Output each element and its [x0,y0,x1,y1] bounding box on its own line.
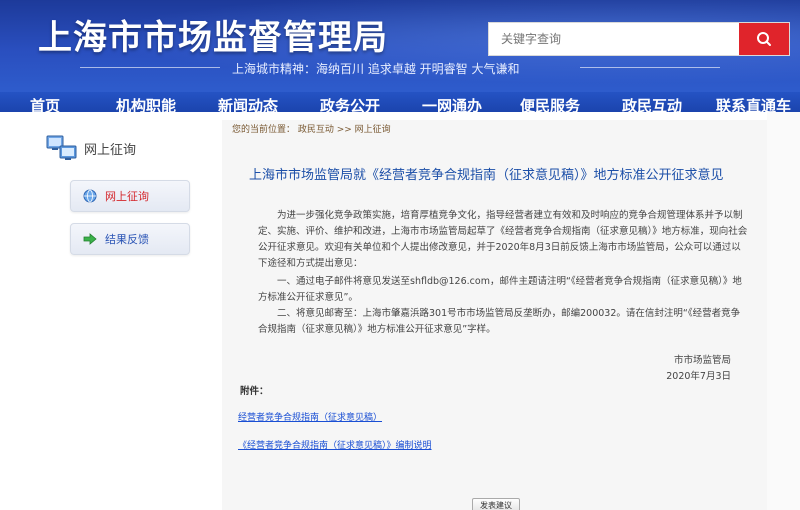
nav-news[interactable]: 新闻动态 [218,95,278,112]
site-header: 上海市市场监督管理局 上海城市精神：海纳百川 追求卓越 开明睿智 大气谦和 [0,0,800,92]
sidebar-heading: 网上征询 [46,134,136,162]
article-title: 上海市市场监管局就《经营者竞争合规指南（征求意见稿）》地方标准公开征求意见 [249,168,724,183]
search-box [488,22,790,56]
nav-contact[interactable]: 联系直通车 [716,95,791,112]
article-panel: 您的当前位置： 政民互动 >> 网上征询 上海市市场监管局就《经营者竞争合规指南… [222,120,767,510]
globe-icon [83,189,97,203]
search-icon [757,32,771,46]
city-spirit-text: 上海城市精神：海纳百川 追求卓越 开明睿智 大气谦和 [232,62,520,76]
nav-home[interactable]: 首页 [30,95,60,112]
attachment-link[interactable]: 经营者竞争合规指南（征求意见稿） [238,410,382,423]
attachment-link[interactable]: 《经营者竞争合规指南（征求意见稿）》编制说明 [238,438,432,451]
article-paragraph: 一、通过电子邮件将意见发送至shfldb@126.com，邮件主题请注明“《经营… [258,276,742,303]
site-title: 上海市市场监督管理局 [38,18,388,58]
left-sidebar: 网上征询 网上征询 结果反馈 [38,120,218,504]
sidebar-item-consultation[interactable]: 网上征询 [70,180,190,212]
search-button[interactable] [739,23,789,55]
nav-gov-affairs[interactable]: 政务公开 [320,95,380,112]
main-nav: 首页 机构职能 新闻动态 政务公开 一网通办 便民服务 政民互动 联系直通车 [0,92,800,112]
green-arrow-icon [83,233,97,245]
sidebar-item-label: 网上征询 [105,190,149,203]
article-paragraph: 二、将意见邮寄至：上海市肇嘉浜路301号市市场监管局反垄断办，邮编200032。… [258,308,741,335]
nav-one-network[interactable]: 一网通办 [422,95,482,112]
sidebar-item-feedback[interactable]: 结果反馈 [70,223,190,255]
article-paragraph: 为进一步强化竞争政策实施，培育厚植竞争文化，指导经营者建立有效和及时响应的竞争合… [258,210,748,269]
post-suggestion-button[interactable]: 发表建议 [472,498,520,510]
computers-icon [46,135,77,160]
nav-interaction[interactable]: 政民互动 [622,95,682,112]
sidebar-heading-label: 网上征询 [84,142,137,158]
right-margin [767,112,800,510]
search-input[interactable] [489,23,739,55]
attachment-label: 附件： [240,386,269,397]
breadcrumb: 您的当前位置： 政民互动 >> 网上征询 [232,125,391,135]
signature-org: 市市场监管局 [673,355,731,366]
nav-organization[interactable]: 机构职能 [116,95,176,112]
spirit-divider-left [80,67,220,68]
content-area: 网上征询 网上征询 结果反馈 您的当前位置： 政民互动 >> 网上征询 上海市市… [0,112,800,510]
sidebar-item-label: 结果反馈 [105,233,149,246]
spirit-divider-right [580,67,720,68]
signature-date: 2020年7月3日 [666,371,731,382]
nav-services[interactable]: 便民服务 [520,95,580,112]
